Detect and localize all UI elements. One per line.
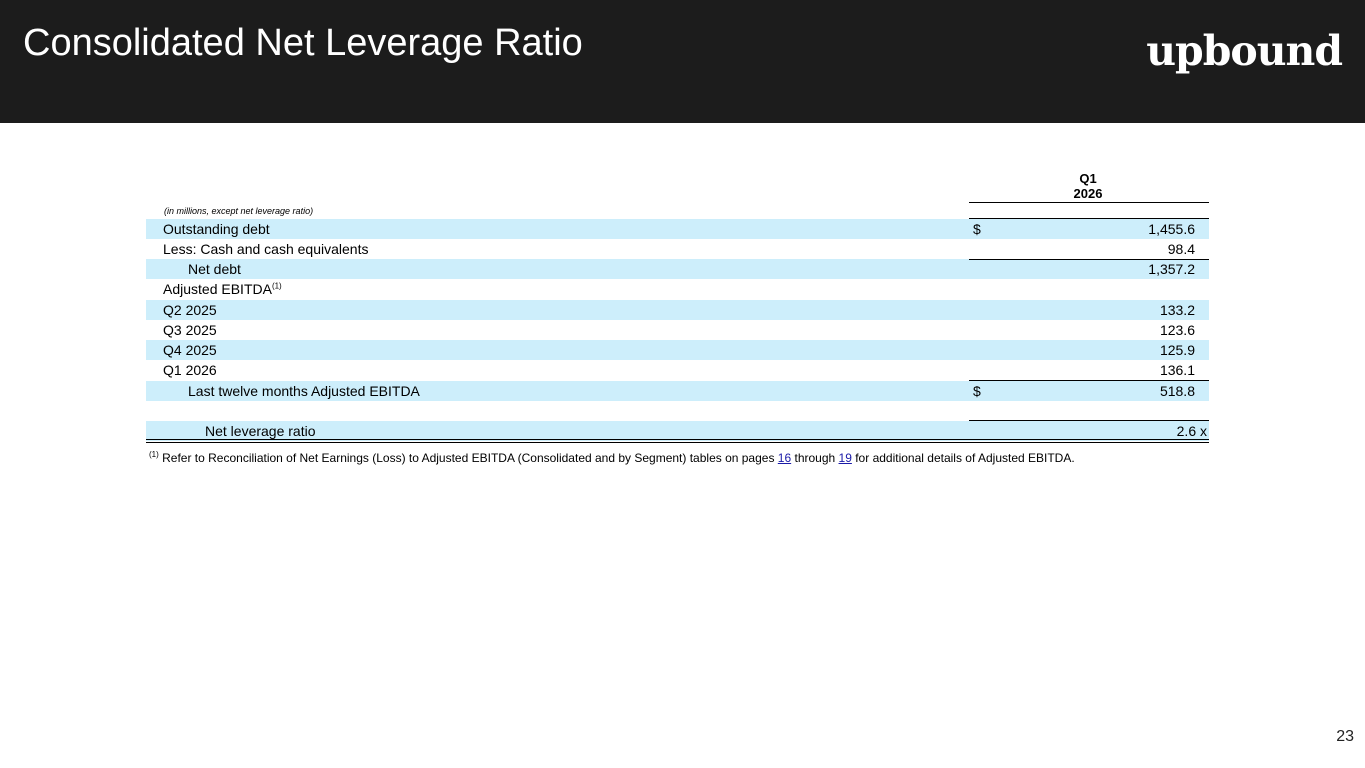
row-value: 1,455.6	[1148, 221, 1195, 237]
row-value: 136.1	[1159, 362, 1195, 378]
column-header-quarter: Q1	[1079, 171, 1097, 186]
table-row-outstanding-debt: Outstanding debt $ 1,455.6	[146, 219, 1209, 239]
row-value: 123.6	[1159, 322, 1195, 338]
rule	[969, 420, 1209, 421]
row-label: Last twelve months Adjusted EBITDA	[188, 383, 420, 399]
row-label: Q2 2025	[163, 302, 217, 318]
row-label: Q1 2026	[163, 362, 217, 378]
row-currency: $	[973, 221, 981, 237]
row-value: 1,357.2	[1148, 261, 1195, 277]
rule	[969, 259, 1209, 260]
row-label: Less: Cash and cash equivalents	[163, 241, 369, 257]
row-value: 98.4	[1167, 241, 1195, 257]
table-row-cash: Less: Cash and cash equivalents 98.4	[146, 239, 1209, 259]
row-currency: $	[973, 383, 981, 399]
page-link-19[interactable]: 19	[839, 451, 852, 465]
row-value: 2.6 x	[1176, 423, 1207, 439]
row-label: Q3 2025	[163, 322, 217, 338]
column-header: Q1 2026	[1040, 171, 1136, 201]
row-value: 133.2	[1159, 302, 1195, 318]
page-link-16[interactable]: 16	[778, 451, 791, 465]
page-number: 23	[1336, 728, 1354, 745]
table-row-adjusted-ebitda: Adjusted EBITDA(1)	[146, 279, 1209, 299]
row-label: Net leverage ratio	[205, 423, 316, 439]
table-row-q1-2026: Q1 2026 136.1	[146, 360, 1209, 380]
row-label: Outstanding debt	[163, 221, 270, 237]
table-row-ltm-adjusted-ebitda: Last twelve months Adjusted EBITDA $ 518…	[146, 381, 1209, 401]
slide-header: Consolidated Net Leverage Ratio upbound	[0, 0, 1365, 123]
table-row-q4-2025: Q4 2025 125.9	[146, 340, 1209, 360]
units-note: (in millions, except net leverage ratio)	[164, 206, 314, 216]
table-row-q3-2025: Q3 2025 123.6	[146, 320, 1209, 340]
row-label: Q4 2025	[163, 342, 217, 358]
row-value: 518.8	[1159, 383, 1195, 399]
rule	[969, 380, 1209, 381]
rule	[969, 218, 1209, 219]
footnote-marker: (1)	[271, 281, 282, 291]
column-header-year: 2026	[1073, 186, 1103, 201]
footnote: (1) Refer to Reconciliation of Net Earni…	[149, 450, 1075, 465]
table-row-net-leverage-ratio: Net leverage ratio 2.6 x	[146, 421, 1209, 441]
footnote-marker: (1)	[149, 450, 159, 459]
upbound-logo: upbound	[1146, 27, 1343, 75]
row-value: 125.9	[1159, 342, 1195, 358]
row-label: Adjusted EBITDA(1)	[163, 281, 282, 297]
column-header-rule	[969, 202, 1209, 203]
double-rule	[146, 439, 1209, 443]
row-label: Net debt	[188, 261, 241, 277]
page-title: Consolidated Net Leverage Ratio	[23, 22, 583, 64]
table-row-q2-2025: Q2 2025 133.2	[146, 300, 1209, 320]
table-row-net-debt: Net debt 1,357.2	[146, 259, 1209, 279]
